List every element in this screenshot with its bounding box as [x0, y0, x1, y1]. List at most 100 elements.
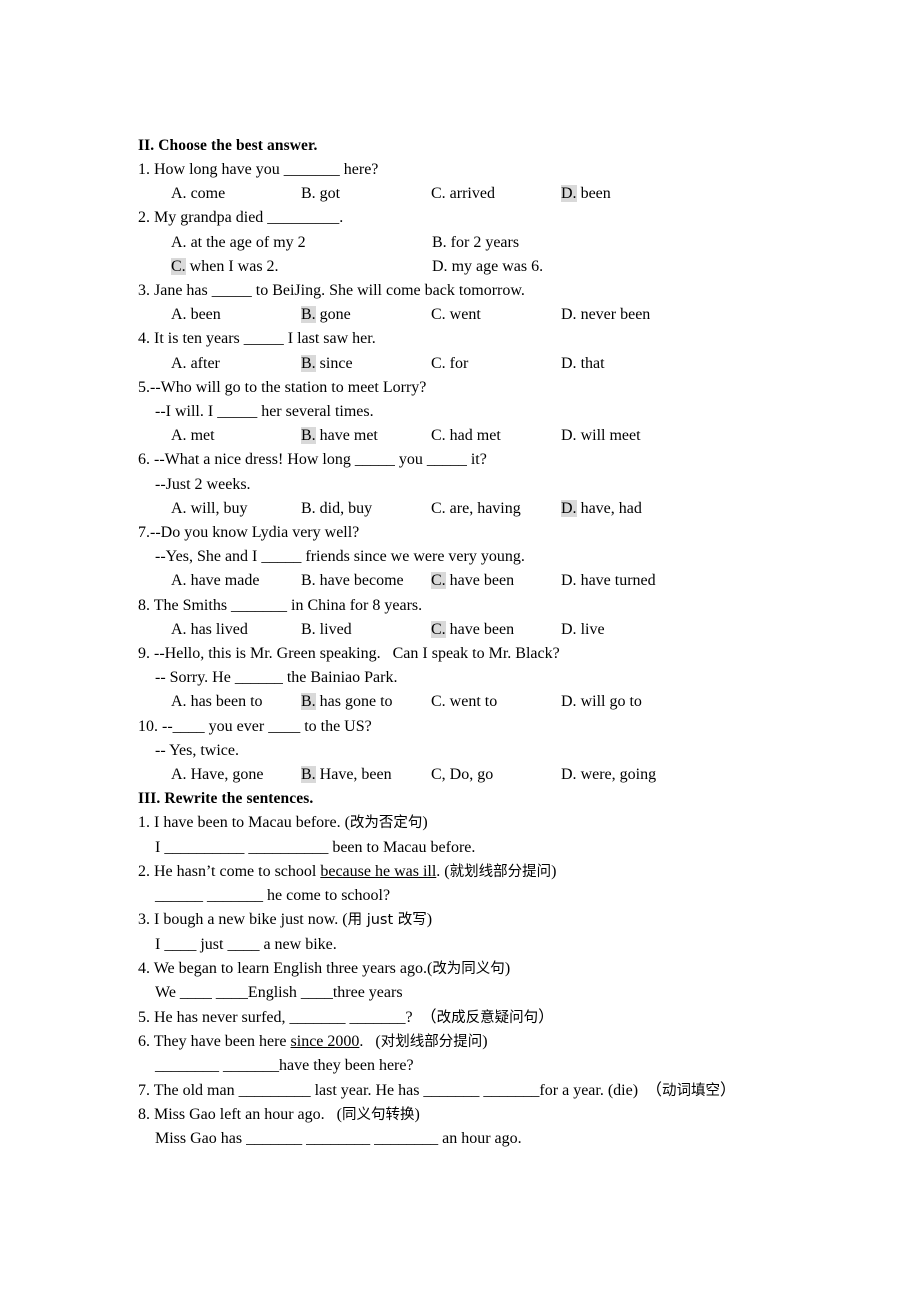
option-d[interactable]: D. live — [561, 618, 605, 642]
option-c[interactable]: C. went — [431, 303, 561, 327]
option-tag: C. — [431, 427, 446, 445]
rewrite-answer-line[interactable]: I __________ __________ been to Macau be… — [138, 836, 920, 860]
option-b[interactable]: B. Have, been — [301, 763, 431, 787]
prompt-text: 7. The old man _________ last year. He h… — [138, 1081, 663, 1099]
option-tag: B. — [301, 766, 316, 784]
option-a[interactable]: A. Have, gone — [171, 763, 301, 787]
option-d[interactable]: D. have, had — [561, 497, 642, 521]
option-a[interactable]: A. met — [171, 424, 301, 448]
option-tag: C. — [431, 620, 446, 638]
prompt-close: ) — [482, 1032, 488, 1050]
option-tag: B. — [301, 620, 316, 638]
rewrite-prompt[interactable]: 7. The old man _________ last year. He h… — [138, 1079, 920, 1103]
option-tag: D. — [561, 354, 577, 372]
option-c[interactable]: C. arrived — [431, 182, 561, 206]
prompt-close: ） — [720, 1081, 737, 1099]
option-a[interactable]: A. have made — [171, 569, 301, 593]
rewrite-answer-line[interactable]: ______ _______ he come to school? — [138, 884, 920, 908]
rewrite-answer-line[interactable]: Miss Gao has _______ ________ ________ a… — [138, 1127, 920, 1151]
rewrite-prompt: 8. Miss Gao left an hour ago. (同义句转换) — [138, 1103, 920, 1127]
option-c[interactable]: C. had met — [431, 424, 561, 448]
option-text: have met — [315, 427, 378, 445]
option-text: went to — [445, 693, 498, 711]
prompt-underlined-phrase: since 2000 — [290, 1032, 360, 1050]
option-text: after — [186, 354, 220, 372]
option-tag: A. — [171, 427, 187, 445]
option-c[interactable]: C. went to — [431, 690, 561, 714]
question-stem: 10. --____ you ever ____ to the US? — [138, 717, 372, 735]
option-text: have, had — [576, 499, 642, 517]
option-text: Have, gone — [186, 766, 264, 784]
option-d[interactable]: D. my age was 6. — [432, 255, 543, 279]
option-b[interactable]: B. since — [301, 352, 431, 376]
rewrite-answer-line[interactable]: I ____ just ____ a new bike. — [138, 933, 920, 957]
option-c[interactable]: C. have been — [431, 569, 561, 593]
option-tag: A. — [171, 693, 187, 711]
option-c[interactable]: C. when I was 2. — [171, 255, 432, 279]
option-text: for 2 years — [446, 233, 520, 251]
option-c[interactable]: C. are, having — [431, 497, 561, 521]
option-tag: B. — [432, 233, 447, 251]
prompt-chinese: 就划线部分提问 — [449, 863, 552, 880]
option-d[interactable]: D. have turned — [561, 569, 656, 593]
option-tag: C. — [431, 499, 446, 517]
rewrite-item: 8. Miss Gao left an hour ago. (同义句转换) Mi… — [138, 1103, 920, 1152]
option-text: for — [445, 354, 469, 372]
prompt-close: ) — [551, 862, 557, 880]
option-b[interactable]: B. gone — [301, 303, 431, 327]
option-c[interactable]: C. for — [431, 352, 561, 376]
question-stem: 4. It is ten years _____ I last saw her. — [138, 330, 376, 348]
question-options: A. met B. have met C. had met D. will me… — [138, 424, 920, 448]
option-c[interactable]: C, Do, go — [431, 763, 561, 787]
option-b[interactable]: B. have met — [301, 424, 431, 448]
option-a[interactable]: A. after — [171, 352, 301, 376]
rewrite-prompt: 4. We began to learn English three years… — [138, 957, 920, 981]
question-item: 10. --____ you ever ____ to the US? -- Y… — [138, 715, 920, 788]
option-text: will go to — [576, 693, 642, 711]
option-d[interactable]: D. will meet — [561, 424, 641, 448]
rewrite-item: 5. He has never surfed, _______ _______?… — [138, 1006, 920, 1030]
option-b[interactable]: B. has gone to — [301, 690, 431, 714]
option-d[interactable]: D. been — [561, 182, 611, 206]
question-item: 3. Jane has _____ to BeiJing. She will c… — [138, 279, 920, 327]
option-d[interactable]: D. that — [561, 352, 605, 376]
question-options: A. at the age of my 2 B. for 2 years — [138, 231, 920, 255]
option-d[interactable]: D. never been — [561, 303, 650, 327]
option-d[interactable]: D. were, going — [561, 763, 656, 787]
option-text: when I was 2. — [185, 257, 279, 275]
option-d[interactable]: D. will go to — [561, 690, 642, 714]
option-a[interactable]: A. been — [171, 303, 301, 327]
option-text: are, having — [445, 499, 521, 517]
option-a[interactable]: A. will, buy — [171, 497, 301, 521]
rewrite-answer-line[interactable]: ________ _______have they been here? — [138, 1054, 920, 1078]
option-text: been — [576, 185, 611, 203]
option-b[interactable]: B. got — [301, 182, 431, 206]
option-b[interactable]: B. lived — [301, 618, 431, 642]
option-tag: D. — [561, 693, 577, 711]
option-b[interactable]: B. for 2 years — [432, 231, 519, 255]
prompt-close: ) — [504, 960, 511, 978]
prompt-chinese: 改为否定句 — [349, 815, 423, 832]
option-tag: C. — [431, 354, 446, 372]
option-text: have been — [445, 572, 515, 590]
option-tag: B. — [301, 693, 316, 711]
option-tag: A. — [171, 233, 187, 251]
rewrite-prompt[interactable]: 5. He has never surfed, _______ _______?… — [138, 1006, 920, 1030]
option-b[interactable]: B. did, buy — [301, 497, 431, 521]
option-a[interactable]: A. has lived — [171, 618, 301, 642]
rewrite-prompt: 6. They have been here since 2000. (对划线部… — [138, 1030, 920, 1054]
option-text: been — [186, 306, 221, 324]
prompt-close: ） — [538, 1008, 555, 1026]
option-a[interactable]: A. at the age of my 2 — [171, 231, 432, 255]
prompt-text: 2. He hasn’t come to school — [138, 862, 321, 880]
option-c[interactable]: C. have been — [431, 618, 561, 642]
option-tag: B. — [301, 572, 316, 590]
option-text: live — [576, 620, 605, 638]
option-text: Have, been — [315, 766, 392, 784]
rewrite-answer-line[interactable]: We ____ ____English ____three years — [138, 981, 920, 1005]
question-stem: 6. --What a nice dress! How long _____ y… — [138, 451, 487, 469]
question-options: A. after B. since C. for D. that — [138, 352, 920, 376]
option-a[interactable]: A. come — [171, 182, 301, 206]
option-b[interactable]: B. have become — [301, 569, 431, 593]
option-a[interactable]: A. has been to — [171, 690, 301, 714]
